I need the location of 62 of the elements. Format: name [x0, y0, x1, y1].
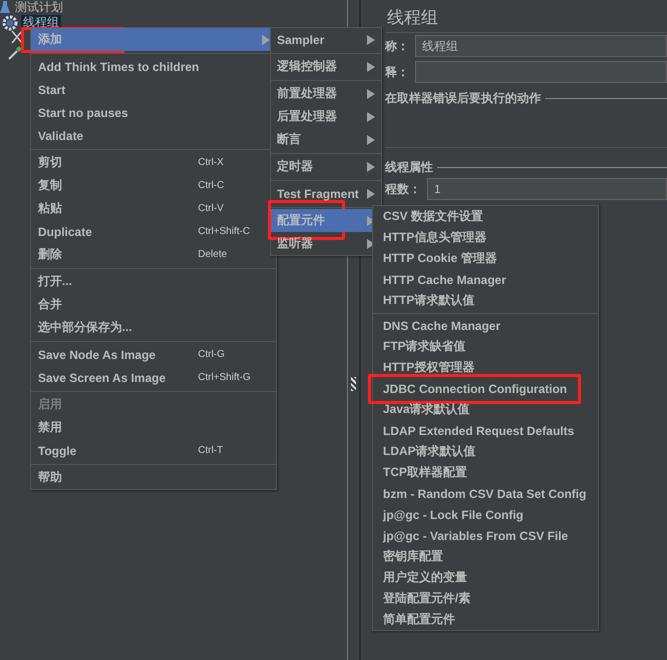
submenu-arrow-icon	[367, 134, 375, 144]
menu-item[interactable]: Save Node As Image Ctrl-G	[31, 343, 276, 366]
menu-item[interactable]: bzm - Random CSV Data Set Config	[373, 483, 598, 504]
panel-title: 线程组	[385, 6, 667, 33]
menu-item[interactable]: 用户定义的变量	[373, 567, 598, 588]
menu-item[interactable]: 选中部分保存为...	[31, 316, 276, 339]
menu-item[interactable]: FTP请求缺省值	[373, 336, 598, 357]
field-label: 释：	[385, 64, 409, 80]
threads-field[interactable]: 1	[427, 178, 667, 200]
shortcut-label: Ctrl+Shift-C	[198, 226, 251, 237]
submenu-arrow-icon	[367, 162, 375, 172]
menu-item[interactable]: JDBC Connection Configuration	[373, 378, 598, 399]
menu-item[interactable]: DNS Cache Manager	[373, 315, 598, 336]
submenu-arrow-icon	[367, 88, 375, 98]
menu-item[interactable]: jp@gc - Lock File Config	[373, 504, 598, 525]
menu-item[interactable]: 简单配置元件	[373, 609, 598, 630]
group-title: 线程属性	[385, 158, 433, 176]
submenu-arrow-icon	[262, 34, 270, 44]
menu-item[interactable]: 登陆配置元件/素	[373, 588, 598, 609]
submenu-item[interactable]: 前置处理器	[271, 82, 381, 105]
submenu-arrow-icon	[367, 34, 375, 44]
menu-item[interactable]: 密钥库配置	[373, 546, 598, 567]
gear-icon	[2, 14, 18, 30]
shortcut-label: Delete	[198, 249, 228, 260]
shortcut-label: Ctrl-X	[198, 157, 225, 168]
field-label: 程数：	[385, 180, 421, 198]
submenu-item[interactable]: Test Fragment	[271, 182, 381, 205]
submenu-arrow-icon	[367, 62, 375, 72]
menu-item[interactable]: HTTP授权管理器	[373, 357, 598, 378]
menu-item[interactable]: HTTP Cookie 管理器	[373, 248, 598, 269]
comment-field[interactable]	[415, 61, 667, 83]
submenu-item[interactable]: 逻辑控制器	[271, 55, 381, 78]
pipette-icon	[8, 46, 22, 60]
submenu-arrow-icon	[367, 188, 375, 198]
shortcut-label: Ctrl-T	[198, 445, 224, 456]
name-field[interactable]: 线程组	[415, 35, 667, 57]
flask-icon	[0, 1, 10, 14]
shortcut-label: Ctrl-C	[198, 180, 226, 191]
splitter-grip[interactable]	[351, 377, 356, 391]
submenu-arrow-icon	[367, 112, 375, 122]
menu-item[interactable]: Java请求默认值	[373, 399, 598, 420]
menu-item[interactable]: Save Screen As Image Ctrl+Shift-G	[31, 366, 276, 389]
tree-item[interactable]: 测试计划	[13, 0, 65, 15]
menu-item[interactable]: 打开...	[31, 270, 276, 293]
menu-item[interactable]: TCP取样器配置	[373, 462, 598, 483]
submenu-item[interactable]: 断言	[271, 128, 381, 151]
submenu-item[interactable]: 后置处理器	[271, 105, 381, 128]
menu-item[interactable]: 合并	[31, 293, 276, 316]
menu-item[interactable]: 禁用	[31, 416, 276, 439]
submenu-item[interactable]: 定时器	[271, 155, 381, 178]
group-title: 在取样器错误后要执行的动作	[385, 90, 541, 106]
shortcut-label: Ctrl-G	[198, 349, 226, 360]
menu-item[interactable]: jp@gc - Variables From CSV File	[373, 525, 598, 546]
menu-item[interactable]: HTTP请求默认值	[373, 290, 598, 311]
menu-item[interactable]: LDAP请求默认值	[373, 441, 598, 462]
menu-item[interactable]: Toggle Ctrl-T	[31, 439, 276, 462]
menu-item[interactable]: HTTP Cache Manager	[373, 269, 598, 290]
field-label: 称：	[385, 38, 409, 54]
menu-item[interactable]: LDAP Extended Request Defaults	[373, 420, 598, 441]
shortcut-label: Ctrl+Shift-G	[198, 372, 252, 383]
shortcut-label: Ctrl-V	[198, 203, 225, 214]
menu-item[interactable]: 帮助	[31, 466, 276, 489]
